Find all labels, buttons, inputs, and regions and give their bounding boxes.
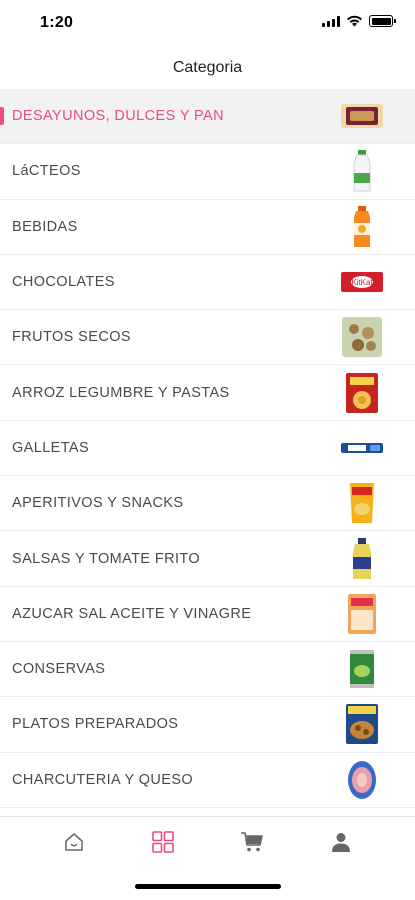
category-item[interactable]: DESAYUNOS, DULCES Y PAN (0, 89, 415, 145)
grid-icon (152, 830, 174, 853)
category-list: DESAYUNOS, DULCES Y PAN LáCTEOS BEBIDAS … (0, 89, 415, 808)
svg-text:KitKat: KitKat (351, 278, 373, 287)
home-indicator (135, 884, 281, 889)
category-label: CHOCOLATES (12, 274, 115, 291)
tab-home[interactable] (54, 822, 94, 862)
category-label: BEBIDAS (12, 218, 78, 235)
status-bar: 1:20 (0, 0, 415, 46)
category-label: CONSERVAS (12, 661, 106, 678)
snack-bag-icon (339, 480, 385, 526)
page-title: Categoria (172, 59, 243, 76)
category-label: CHARCUTERIA Y QUESO (12, 771, 194, 788)
category-label: SALSAS Y TOMATE FRITO (12, 550, 201, 567)
category-label: LáCTEOS (12, 163, 81, 180)
tab-categories[interactable] (143, 822, 183, 862)
category-item[interactable]: AZUCAR SAL ACEITE Y VINAGRE (0, 587, 415, 642)
user-icon (331, 832, 350, 852)
category-label: DESAYUNOS, DULCES Y PAN (12, 108, 224, 125)
category-label: AZUCAR SAL ACEITE Y VINAGRE (12, 605, 252, 622)
category-label: GALLETAS (12, 439, 90, 456)
tab-cart[interactable] (232, 822, 272, 862)
category-item[interactable]: PLATOS PREPARADOS (0, 697, 415, 753)
canned-food-icon (339, 646, 385, 692)
category-item[interactable]: CHARCUTERIA Y QUESO (0, 753, 415, 808)
sauce-bottle-icon (339, 536, 385, 582)
category-item[interactable]: SALSAS Y TOMATE FRITO (0, 531, 415, 587)
category-item[interactable]: ARROZ LEGUMBRE Y PASTAS (0, 365, 415, 421)
tab-bar (0, 816, 415, 866)
category-item[interactable]: CONSERVAS (0, 642, 415, 698)
category-item[interactable]: FRUTOS SECOS (0, 310, 415, 366)
chocolate-bar-icon: KitKat (339, 259, 385, 305)
cold-cuts-icon (339, 757, 385, 803)
ready-meal-icon (339, 701, 385, 747)
category-item[interactable]: APERITIVOS Y SNACKS (0, 476, 415, 532)
category-label: ARROZ LEGUMBRE Y PASTAS (12, 384, 230, 401)
category-item[interactable]: CHOCOLATES KitKat (0, 255, 415, 311)
pasta-box-icon (339, 370, 385, 416)
header: Categoria (0, 48, 415, 88)
juice-bottle-icon (339, 204, 385, 250)
category-item[interactable]: GALLETAS (0, 421, 415, 477)
sugar-bag-icon (339, 591, 385, 637)
battery-icon (369, 15, 396, 27)
milk-bottle-icon (339, 148, 385, 194)
category-label: APERITIVOS Y SNACKS (12, 495, 184, 512)
category-label: FRUTOS SECOS (12, 329, 131, 346)
cellular-signal-icon (322, 15, 340, 27)
status-time: 1:20 (40, 14, 74, 31)
home-icon (65, 832, 84, 851)
biscuit-pack-icon (339, 425, 385, 471)
wifi-icon (347, 15, 362, 27)
category-label: PLATOS PREPARADOS (12, 716, 179, 733)
cart-icon (240, 831, 263, 851)
nuts-bag-icon (339, 314, 385, 360)
category-item[interactable]: LáCTEOS (0, 144, 415, 200)
tab-profile[interactable] (321, 822, 361, 862)
category-item[interactable]: BEBIDAS (0, 200, 415, 255)
status-icons (322, 15, 396, 27)
cookie-pack-icon (339, 93, 385, 139)
